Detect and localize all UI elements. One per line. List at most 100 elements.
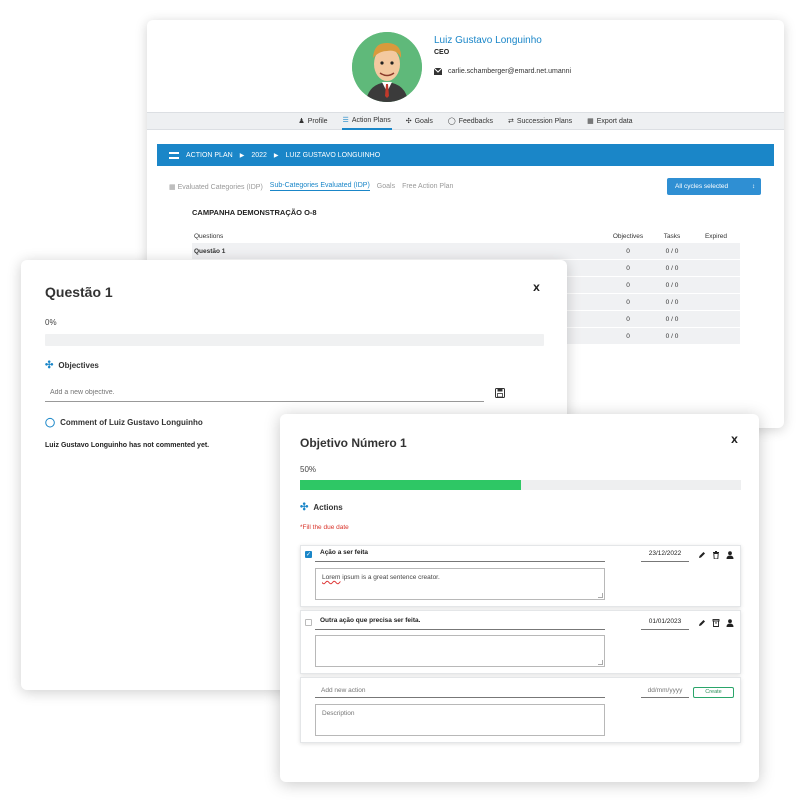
no-comment-text: Luiz Gustavo Longuinho has not commented… [45,442,210,449]
tab-goals[interactable]: Goals [377,183,395,190]
profile-email: carlie.schamberger@emard.net.umanni [434,68,571,75]
due-date-warning: *Fill the due date [300,524,349,531]
actions-label: Actions [313,503,343,512]
chevron-right-icon: ▶ [239,152,245,159]
person-icon: ♟ [298,118,305,125]
pencil-icon[interactable] [698,619,706,627]
resize-handle[interactable] [598,660,603,665]
chevron-updown-icon: ↕ [752,183,755,190]
new-action-card: Create [300,677,741,743]
new-action-description-input[interactable] [315,704,605,736]
action-plan-icon [169,151,179,159]
action-checkbox[interactable] [305,619,312,626]
file-icon: ▦ [587,118,594,125]
question-progress-bar [45,334,544,346]
cell-objectives: 0 [626,315,630,323]
nav-item-export-data[interactable]: ▦ Export data [586,112,633,130]
cell-tasks: 0 / 0 [665,332,679,340]
breadcrumb-item[interactable]: 2022 [251,152,267,159]
cycles-select[interactable]: All cycles selected ↕ [667,178,761,195]
cell-tasks: 0 / 0 [665,281,679,289]
action-description[interactable]: Lorem ipsum is a great sentence creator. [315,568,605,600]
action-card: ✓ Ação a ser feita Lorem ipsum is a grea… [300,545,741,607]
trash-icon[interactable] [712,551,720,559]
profile-email-text: carlie.schamberger@emard.net.umanni [448,68,572,75]
question-modal-title: Questão 1 [45,284,113,300]
close-icon[interactable]: X [533,284,540,294]
move-icon: ✣ [300,502,309,513]
nav-item-feedbacks[interactable]: ◯ Feedbacks [447,112,494,130]
chat-icon: ◯ [447,118,456,125]
tab-evaluated-categories[interactable]: ▦ Evaluated Categories (IDP) [169,183,263,191]
breadcrumb-item[interactable]: ACTION PLAN [186,152,233,159]
pencil-icon[interactable] [698,551,706,559]
chat-icon: ◯ [45,417,56,427]
envelope-icon [434,68,442,75]
nav-item-label: Feedbacks [458,117,493,125]
person-icon[interactable] [726,551,734,559]
nav-item-label: Action Plans [351,116,391,124]
person-icon[interactable] [726,619,734,627]
table-row[interactable]: Questão 1 0 0 / 0 [192,243,740,260]
cell-objectives: 0 [626,332,630,340]
action-checkbox[interactable]: ✓ [305,551,312,558]
profile-nav: ♟ Profile ☰ Action Plans ✣ Goals ◯ Feedb… [147,112,784,130]
header-tasks: Tasks [663,232,681,240]
objectives-section-label: ✣ Objectives [45,360,99,371]
cell-tasks: 0 / 0 [665,247,679,255]
cell-tasks: 0 / 0 [665,298,679,306]
objective-modal: Objetivo Número 1 X 50% ✣ Actions *Fill … [280,414,759,782]
nav-item-action-plans[interactable]: ☰ Action Plans [341,112,392,130]
action-description[interactable] [315,635,605,667]
action-title[interactable]: Ação a ser feita [315,547,605,562]
objective-modal-title: Objetivo Número 1 [300,436,407,450]
profile-name: Luiz Gustavo Longuinho [434,35,542,46]
avatar [352,32,422,102]
cell-objectives: 0 [626,298,630,306]
close-icon[interactable]: X [731,436,738,446]
cell-question: Questão 1 [194,247,226,255]
nav-item-label: Export data [596,117,633,125]
action-due-date[interactable]: 23/12/2022 [641,547,689,562]
objective-progress-label: 50% [300,465,317,474]
breadcrumb-item: LUIZ GUSTAVO LONGUINHO [285,151,381,159]
sub-tabs: ▦ Evaluated Categories (IDP) Sub-Categor… [169,182,453,191]
table-header: Questions Objectives Tasks Expired [192,229,740,243]
nav-item-profile[interactable]: ♟ Profile [297,112,328,130]
actions-section-label: ✣ Actions [300,502,343,513]
comment-label: Comment of Luiz Gustavo Longuinho [60,418,203,427]
nav-item-goals[interactable]: ✣ Goals [405,112,434,130]
action-icons [698,551,734,559]
cell-objectives: 0 [626,281,630,289]
action-due-date[interactable]: 01/01/2023 [641,615,689,630]
save-icon[interactable] [495,388,505,398]
cell-objectives: 0 [626,247,630,255]
tab-free-action-plan[interactable]: Free Action Plan [402,183,453,190]
header-objectives: Objectives [612,232,644,240]
cell-tasks: 0 / 0 [665,315,679,323]
cycles-select-label: All cycles selected [675,183,729,190]
nav-item-label: Succession Plans [516,117,573,125]
list-icon: ☰ [342,117,349,124]
tab-sub-categories[interactable]: Sub-Categories Evaluated (IDP) [269,182,370,191]
description-rest: ipsum is a great sentence creator. [340,574,440,581]
new-action-title-input[interactable] [315,683,605,698]
archive-icon[interactable] [712,619,720,627]
create-action-button[interactable]: Create [693,687,734,698]
nav-item-label: Profile [307,117,328,125]
breadcrumb: ACTION PLAN ▶ 2022 ▶ LUIZ GUSTAVO LONGUI… [157,144,774,166]
description-first-word: Lorem [322,574,341,581]
profile-role: CEO [434,49,450,56]
move-icon: ✣ [45,360,54,371]
nav-item-succession-plans[interactable]: ⇄ Succession Plans [507,112,573,130]
cell-objectives: 0 [626,264,630,272]
new-action-date-input[interactable] [641,683,689,698]
target-icon: ✣ [405,118,412,125]
action-title[interactable]: Outra ação que precisa ser feita. [315,615,605,630]
objective-progress-fill [300,480,521,490]
resize-handle[interactable] [598,593,603,598]
new-objective-input[interactable] [45,384,484,402]
objective-progress-bar [300,480,741,490]
cell-tasks: 0 / 0 [665,264,679,272]
header-questions: Questions [194,232,224,240]
